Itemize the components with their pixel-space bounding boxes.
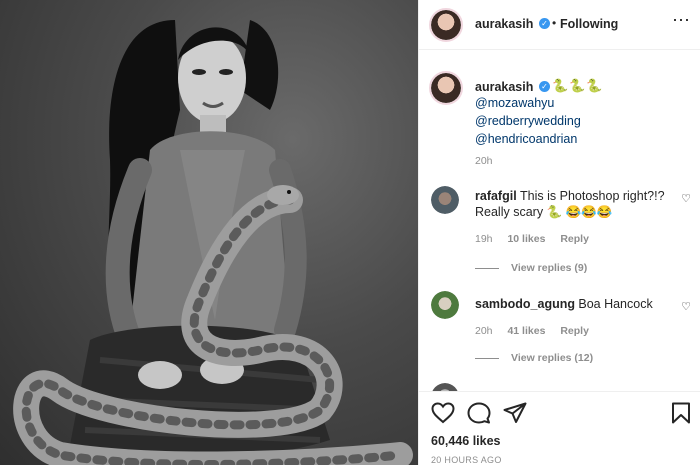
- bookmark-icon[interactable]: [671, 402, 691, 424]
- comment-body: rafafgil This is Photoshop right?!? Real…: [475, 188, 675, 220]
- comment-time[interactable]: 20h: [475, 325, 493, 337]
- reply-button[interactable]: Reply: [560, 325, 589, 337]
- comment-like-heart-icon[interactable]: ♡: [681, 192, 691, 205]
- view-replies-button[interactable]: View replies (12): [511, 352, 593, 364]
- comments-list[interactable]: aurakasih ✓ 🐍🐍🐍 @mozawahyu @redberrywedd…: [419, 51, 700, 391]
- replies-divider: [475, 358, 499, 359]
- mention-link[interactable]: @hendricoandrian: [475, 132, 577, 146]
- comment-body: sambodo_agung Boa Hancock: [475, 296, 675, 312]
- verified-badge-icon: ✓: [539, 81, 550, 92]
- caption-avatar[interactable]: [429, 71, 463, 105]
- post-header: aurakasih ✓ • Following ⋯: [419, 0, 700, 50]
- following-button[interactable]: Following: [560, 17, 618, 31]
- author-avatar[interactable]: [429, 8, 463, 42]
- separator-dot: •: [552, 16, 557, 30]
- post-detail-panel: aurakasih ✓ • Following ⋯ aurakasih ✓ 🐍🐍…: [418, 0, 700, 465]
- post-photo-illustration: [13, 20, 413, 465]
- comment-username[interactable]: rafafgil: [475, 189, 517, 203]
- comment-username[interactable]: sambodo_agung: [475, 297, 575, 311]
- comment-likes[interactable]: 41 likes: [507, 325, 545, 337]
- caption-emoji: 🐍🐍🐍: [552, 78, 604, 93]
- comment-likes[interactable]: 10 likes: [507, 233, 545, 245]
- comment-icon[interactable]: [467, 402, 491, 424]
- comment-meta: 19h 10 likes Reply: [475, 233, 601, 245]
- like-count[interactable]: 60,446 likes: [431, 434, 501, 448]
- mention-link[interactable]: @mozawahyu: [475, 96, 554, 110]
- more-horizontal-icon[interactable]: ⋯: [672, 10, 691, 31]
- comment-like-heart-icon[interactable]: ♡: [681, 300, 691, 313]
- comment-avatar[interactable]: [431, 291, 459, 319]
- comment-meta: 20h 41 likes Reply: [475, 325, 601, 337]
- share-icon[interactable]: [503, 402, 527, 424]
- comment-avatar[interactable]: [431, 383, 459, 391]
- comment-time[interactable]: 19h: [475, 233, 493, 245]
- author-username[interactable]: aurakasih: [475, 17, 533, 31]
- post-timestamp[interactable]: 20 HOURS AGO: [431, 455, 502, 465]
- comment-text: Boa Hancock: [578, 297, 653, 311]
- caption-username[interactable]: aurakasih: [475, 80, 533, 94]
- replies-divider: [475, 268, 499, 269]
- heart-icon[interactable]: [431, 402, 455, 424]
- comment-avatar[interactable]: [431, 186, 459, 214]
- verified-badge-icon: ✓: [539, 18, 550, 29]
- caption-time[interactable]: 20h: [475, 155, 493, 167]
- reply-button[interactable]: Reply: [560, 233, 589, 245]
- post-actions: 60,446 likes 20 HOURS AGO: [419, 391, 700, 465]
- mention-link[interactable]: @redberrywedding: [475, 114, 581, 128]
- view-replies-button[interactable]: View replies (9): [511, 262, 587, 274]
- post-photo[interactable]: [0, 0, 418, 465]
